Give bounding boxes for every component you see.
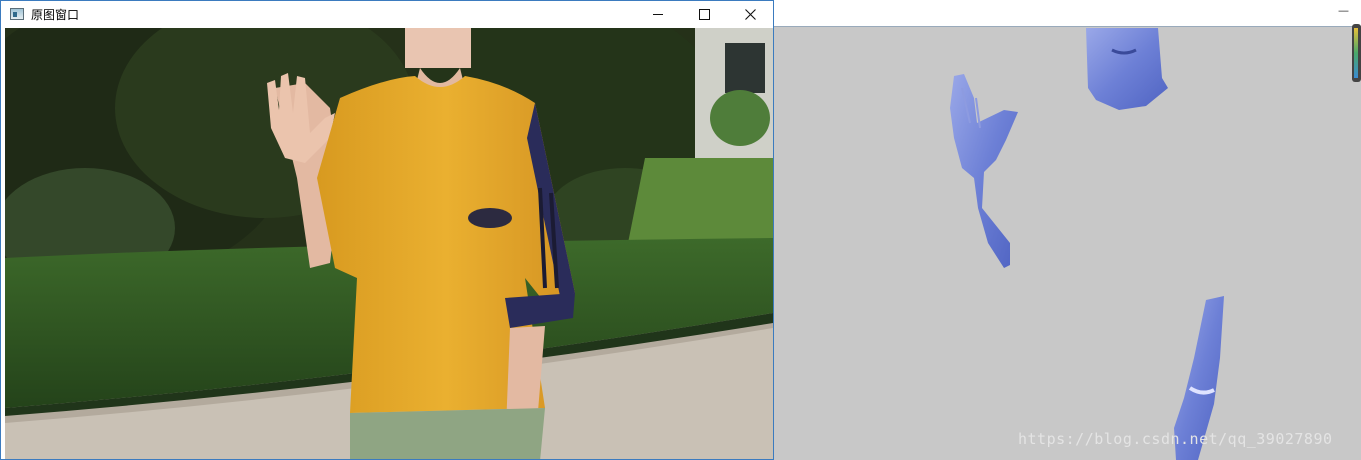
photo-scene [5,28,773,459]
minimize-icon [653,13,663,15]
close-button[interactable] [727,1,773,27]
app-window-icon [10,8,24,20]
minimize-button-secondary[interactable]: — [1338,4,1349,17]
watermark-text: https://blog.csdn.net/qq_39027890 [1018,430,1333,448]
vertical-scrollbar[interactable] [1352,24,1361,82]
original-image-window: 原图窗口 [0,0,774,460]
close-icon [744,8,756,20]
hand-mask-region [950,74,1018,268]
skin-mask-canvas [950,28,1224,460]
maximize-button[interactable] [681,1,727,27]
mask-output-window: — [774,0,1361,460]
title-bar-secondary[interactable]: — [774,0,1361,27]
window-title: 原图窗口 [31,7,80,22]
maximize-icon [698,8,710,20]
minimize-button[interactable] [635,1,681,27]
face-mask-region [1086,28,1168,110]
original-photo [5,28,773,459]
title-bar[interactable]: 原图窗口 [1,1,773,27]
